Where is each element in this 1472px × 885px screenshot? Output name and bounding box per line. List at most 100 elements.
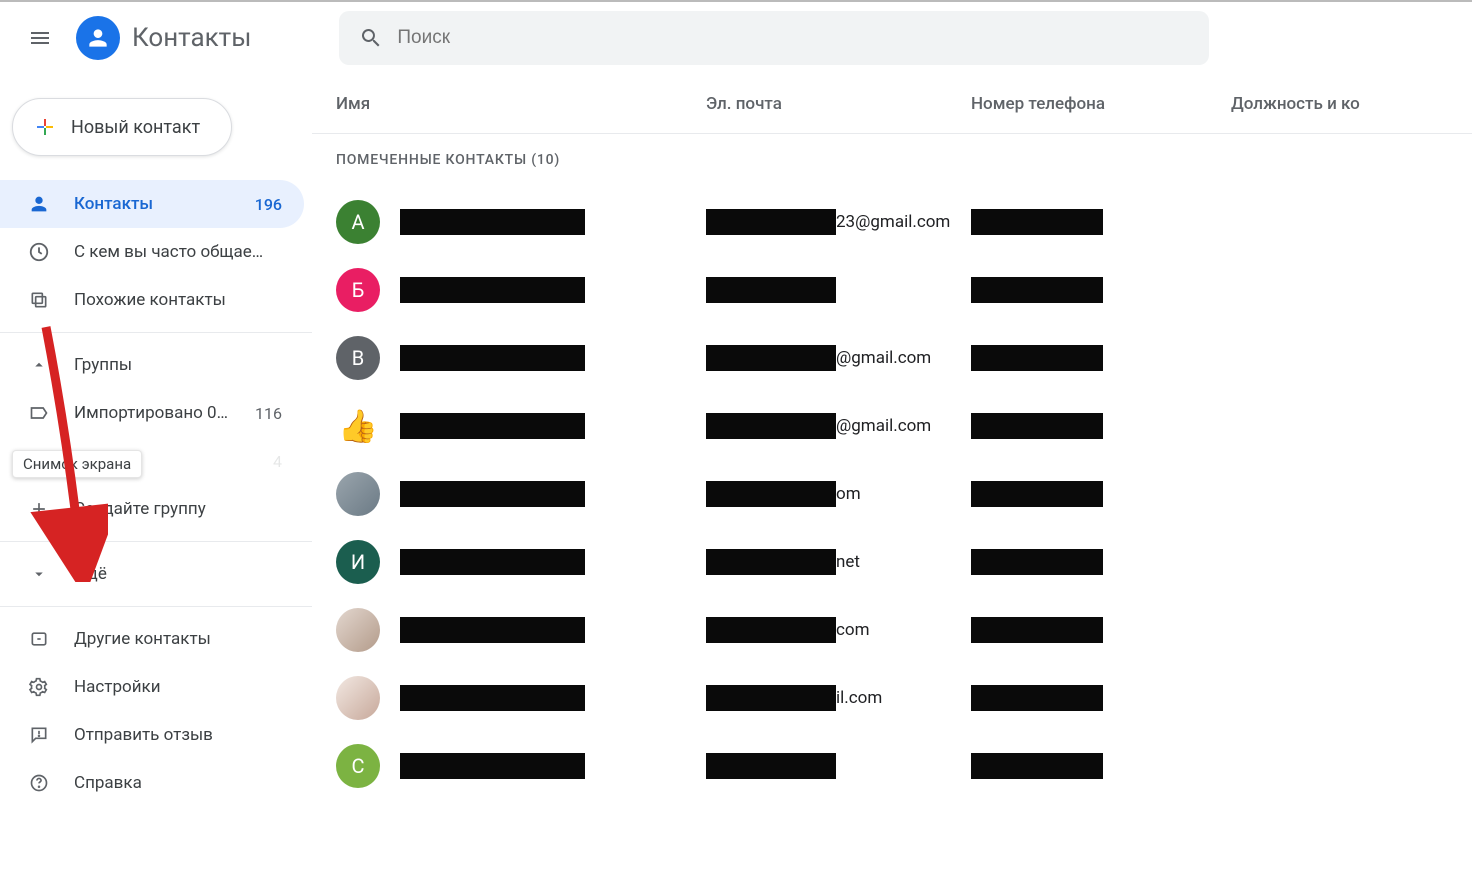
table-row[interactable]: В @gmail.com	[312, 324, 1472, 392]
sidebar-item-similar[interactable]: Похожие контакты	[0, 276, 304, 324]
copy-icon	[28, 289, 50, 311]
column-header-email[interactable]: Эл. почта	[706, 94, 971, 114]
avatar	[336, 676, 380, 720]
hamburger-icon	[28, 26, 52, 50]
sidebar-item-other[interactable]: Другие контакты	[0, 615, 304, 663]
table-row[interactable]: Б	[312, 256, 1472, 324]
redacted-name	[400, 685, 585, 711]
sidebar-item-label: Группы	[74, 355, 282, 375]
redacted-phone	[971, 481, 1103, 507]
search-bar[interactable]	[339, 11, 1209, 65]
sidebar-item-contacts[interactable]: Контакты 196	[0, 180, 304, 228]
contacts-list: А23@gmail.com БВ @gmail.com 👍 @gmail.com om Иn…	[312, 188, 1472, 800]
history-icon	[28, 241, 50, 263]
redacted-phone	[971, 277, 1103, 303]
column-header-job[interactable]: Должность и ко	[1231, 94, 1472, 114]
avatar: А	[336, 200, 380, 244]
redacted-name	[400, 617, 585, 643]
sidebar-item-count: 116	[255, 404, 282, 423]
sidebar-item-more[interactable]: Ещё	[0, 550, 304, 598]
avatar: В	[336, 336, 380, 380]
main-content: Имя Эл. почта Номер телефона Должность и…	[312, 74, 1472, 885]
redacted-email	[706, 209, 836, 235]
redacted-phone	[971, 345, 1103, 371]
search-input[interactable]	[395, 11, 1201, 65]
email-suffix: @gmail.com	[836, 348, 931, 368]
redacted-email	[706, 685, 836, 711]
avatar: С	[336, 744, 380, 788]
redacted-email	[706, 549, 836, 575]
header: Контакты	[0, 2, 1472, 74]
main-menu-button[interactable]	[16, 14, 64, 62]
redacted-name	[400, 345, 585, 371]
redacted-name	[400, 549, 585, 575]
sidebar-item-label: Ещё	[74, 564, 282, 584]
redacted-email	[706, 617, 836, 643]
redacted-name	[400, 277, 585, 303]
redacted-phone	[971, 617, 1103, 643]
app-title: Контакты	[132, 23, 251, 53]
gear-icon	[28, 676, 50, 698]
email-suffix: @gmail.com	[836, 416, 931, 436]
redacted-name	[400, 481, 585, 507]
table-row[interactable]: Иnet	[312, 528, 1472, 596]
table-header: Имя Эл. почта Номер телефона Должность и…	[312, 74, 1472, 134]
table-row[interactable]: il.com	[312, 664, 1472, 732]
redacted-email	[706, 277, 836, 303]
new-contact-label: Новый контакт	[71, 117, 200, 138]
redacted-email	[706, 481, 836, 507]
sidebar: Новый контакт Контакты 196 С кем вы част…	[0, 74, 312, 885]
divider	[0, 606, 312, 607]
redacted-email	[706, 753, 836, 779]
redacted-name	[400, 209, 585, 235]
tag-icon	[28, 402, 50, 424]
redacted-email	[706, 345, 836, 371]
avatar: 👍	[336, 404, 380, 448]
redacted-email	[706, 413, 836, 439]
sidebar-item-frequent[interactable]: С кем вы часто общае…	[0, 228, 304, 276]
screenshot-tooltip: Снимок экрана	[12, 450, 142, 478]
column-header-name[interactable]: Имя	[336, 94, 706, 114]
email-suffix: il.com	[836, 688, 882, 708]
sidebar-item-label: С кем вы часто общае…	[74, 242, 282, 262]
brand: Контакты	[76, 16, 251, 60]
redacted-phone	[971, 413, 1103, 439]
sidebar-item-create-group[interactable]: Создайте группу	[0, 485, 304, 533]
avatar	[336, 608, 380, 652]
new-contact-button[interactable]: Новый контакт	[12, 98, 232, 156]
table-row[interactable]: om	[312, 460, 1472, 528]
avatar: Б	[336, 268, 380, 312]
table-row[interactable]: С	[312, 732, 1472, 800]
sidebar-item-count: 196	[255, 195, 282, 214]
sidebar-item-label: Похожие контакты	[74, 290, 282, 310]
sidebar-item-label: Настройки	[74, 677, 282, 697]
column-header-phone[interactable]: Номер телефона	[971, 94, 1231, 114]
redacted-phone	[971, 549, 1103, 575]
feedback-icon	[28, 724, 50, 746]
redacted-name	[400, 753, 585, 779]
archive-icon	[28, 628, 50, 650]
sidebar-item-label: Импортировано 03…	[74, 403, 231, 423]
redacted-phone	[971, 685, 1103, 711]
divider	[0, 332, 312, 333]
sidebar-item-settings[interactable]: Настройки	[0, 663, 304, 711]
email-suffix: om	[836, 484, 861, 504]
search-icon	[347, 26, 395, 50]
table-row[interactable]: com	[312, 596, 1472, 664]
help-icon	[28, 772, 50, 794]
chevron-up-icon	[28, 354, 50, 376]
table-row[interactable]: 👍 @gmail.com	[312, 392, 1472, 460]
sidebar-item-imported[interactable]: Импортировано 03… 116	[0, 389, 304, 437]
sidebar-groups-header[interactable]: Группы	[0, 341, 304, 389]
avatar: И	[336, 540, 380, 584]
email-suffix: com	[836, 620, 870, 640]
sidebar-item-label: Отправить отзыв	[74, 725, 282, 745]
divider	[0, 541, 312, 542]
table-row[interactable]: А23@gmail.com	[312, 188, 1472, 256]
sidebar-item-count: 4	[273, 452, 282, 471]
sidebar-item-label: Справка	[74, 773, 282, 793]
redacted-name	[400, 413, 585, 439]
sidebar-item-feedback[interactable]: Отправить отзыв	[0, 711, 304, 759]
sidebar-item-help[interactable]: Справка	[0, 759, 304, 807]
contacts-app-icon	[76, 16, 120, 60]
